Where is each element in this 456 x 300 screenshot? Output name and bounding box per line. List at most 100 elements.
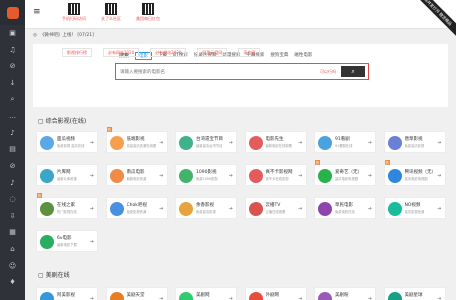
search-icon[interactable]: ⌕ xyxy=(0,91,25,108)
open-arrow-icon[interactable]: ➔ xyxy=(90,206,94,212)
open-arrow-icon[interactable]: ➔ xyxy=(298,173,302,179)
search-hint[interactable]: 可以行吗 xyxy=(320,69,336,75)
open-arrow-icon[interactable]: ➔ xyxy=(90,239,94,245)
site-logo-icon xyxy=(248,136,263,150)
site-tile[interactable]: 唐草影视 免费高清影视 ➔ xyxy=(383,131,446,153)
open-arrow-icon[interactable]: ➔ xyxy=(159,296,163,300)
site-desc: 最新电影在线观看 xyxy=(265,144,292,148)
qr-code-icon xyxy=(105,3,117,15)
open-arrow-icon[interactable]: ➔ xyxy=(229,173,233,179)
site-tile[interactable]: 阿美影视 ➔ xyxy=(36,287,98,300)
site-logo-icon xyxy=(40,136,54,150)
bank-icon[interactable]: ⌂ xyxy=(0,241,25,258)
site-tile[interactable]: 1090影视 免费1090影视 ➔ xyxy=(175,164,237,186)
quick-link-5[interactable]: 采片网 xyxy=(238,48,261,57)
search-input[interactable] xyxy=(120,67,300,77)
site-tile[interactable]: NO视频 高清影视资源 ➔ xyxy=(383,197,446,219)
open-arrow-icon[interactable]: ➔ xyxy=(437,296,441,300)
site-tile[interactable]: 草民电影 免费电影在线 ➔ xyxy=(314,197,376,219)
site-name: 外剧网 xyxy=(265,293,280,298)
tab-sogou[interactable]: 搜狗宝典 xyxy=(270,52,288,60)
site-tile[interactable]: 6v电影 最新电影下载 ➔ xyxy=(36,230,98,252)
quick-link-2[interactable]: 必有网站2020 xyxy=(103,48,140,57)
open-arrow-icon[interactable]: ➔ xyxy=(229,206,233,212)
site-tile[interactable]: 电影先生最新电影在线观看 ➔ xyxy=(244,131,307,153)
site-grid: 面瓜视频 免费影视 高清在线 ➔ 热低端影视 精品高清资源在线看 ➔ 台湾遗宝节目 最新高清台… xyxy=(36,127,449,261)
tab-magnet[interactable]: 磁性电影 xyxy=(294,52,312,60)
site-tile[interactable]: 热爱奇艺（无） 高清电影电视剧 ➔ xyxy=(314,160,376,186)
logo-icon xyxy=(6,6,19,19)
open-arrow-icon[interactable]: ➔ xyxy=(298,296,302,300)
site-desc: 免费高清影视 xyxy=(404,144,425,148)
site-tile[interactable]: 美剧网 ➔ xyxy=(175,287,237,300)
chat-icon[interactable]: ◌ xyxy=(0,191,25,208)
site-tile[interactable]: 片库网 最新片库资源 ➔ xyxy=(36,164,98,186)
site-tile[interactable]: 美剧粉 ➔ xyxy=(314,287,376,300)
qr-item-3[interactable]: 美团每日红包 xyxy=(128,3,168,22)
more-icon[interactable]: … xyxy=(0,108,25,125)
music-note-icon[interactable]: ♪ xyxy=(0,125,25,142)
site-tile[interactable]: 美剧天堂 ➔ xyxy=(105,287,168,300)
music-icon[interactable]: ♫ xyxy=(0,42,25,59)
site-logo-icon xyxy=(248,202,263,216)
site-tile[interactable]: 外剧网 ➔ xyxy=(244,287,307,300)
search-button[interactable]: ⌕ xyxy=(341,66,365,77)
site-tile[interactable]: 热腾讯视频（无） 高清电影电视剧 ➔ xyxy=(383,160,446,186)
site-tile[interactable]: 余香影视 免费高清影视 ➔ xyxy=(175,197,237,219)
site-logo-icon xyxy=(40,235,54,249)
site-desc: 免费电影在线 xyxy=(335,210,355,214)
open-arrow-icon[interactable]: ➔ xyxy=(90,140,94,146)
grid-icon[interactable]: ▦ xyxy=(0,224,25,241)
quick-link-3[interactable]: 必有網站2020 xyxy=(150,48,187,57)
open-arrow-icon[interactable]: ➔ xyxy=(368,206,372,212)
site-tile[interactable]: 真不卡影视网 真不卡在线影视 ➔ xyxy=(244,164,307,186)
open-arrow-icon[interactable]: ➔ xyxy=(159,206,163,212)
site-name: 台湾遗宝节目 xyxy=(196,137,223,142)
video-icon[interactable]: ▣ xyxy=(0,25,25,42)
open-arrow-icon[interactable]: ➔ xyxy=(90,296,94,300)
menu-icon[interactable]: ≡ xyxy=(33,7,41,17)
user-icon[interactable]: ☺ xyxy=(0,257,25,274)
open-arrow-icon[interactable]: ➔ xyxy=(437,140,441,146)
download2-icon[interactable]: ⇩ xyxy=(0,208,25,225)
open-arrow-icon[interactable]: ➔ xyxy=(159,173,163,179)
site-tile[interactable]: 面瓜视频 免费影视 高清在线 ➔ xyxy=(36,131,98,153)
open-arrow-icon[interactable]: ➔ xyxy=(437,173,441,179)
fire-icon[interactable]: ♦ xyxy=(0,274,25,291)
open-arrow-icon[interactable]: ➔ xyxy=(298,206,302,212)
site-tile[interactable]: 云播TV 云播在线观看 ➔ xyxy=(244,197,307,219)
qr-item-2[interactable]: 关了么社区 xyxy=(91,3,131,22)
site-tile[interactable]: 南瓜电影 最新电影资源 ➔ xyxy=(105,164,168,186)
site-tile[interactable]: 热在线之家 热门影视在线 ➔ xyxy=(36,193,98,219)
site-tile[interactable]: Chok吧视 免费影视资源 ➔ xyxy=(105,197,168,219)
quick-link-4[interactable]: 阿里云盘网 xyxy=(197,48,228,57)
logo[interactable] xyxy=(0,0,25,25)
notice-bar[interactable]: ◎ 《微书吧》上线！ [07/21] xyxy=(33,31,448,40)
open-arrow-icon[interactable]: ➔ xyxy=(437,206,441,212)
link-icon[interactable]: ⊘ xyxy=(0,58,25,75)
site-name: 面瓜视频 xyxy=(57,137,75,142)
site-desc: 热门影视在线 xyxy=(57,210,77,214)
site-tile[interactable]: 91看剧 91看剧在线 ➔ xyxy=(314,131,376,153)
open-arrow-icon[interactable]: ➔ xyxy=(90,173,94,179)
section-title-us: ▢ 美剧在线 xyxy=(38,272,70,279)
open-arrow-icon[interactable]: ➔ xyxy=(368,296,372,300)
open-arrow-icon[interactable]: ➔ xyxy=(229,140,233,146)
site-tile[interactable]: 热低端影视 精品高清资源在线看 ➔ xyxy=(105,127,168,153)
open-arrow-icon[interactable]: ➔ xyxy=(229,296,233,300)
open-arrow-icon[interactable]: ➔ xyxy=(368,173,372,179)
link2-icon[interactable]: ⊘ xyxy=(0,158,25,175)
site-tile[interactable]: 美剧星球 ➔ xyxy=(383,287,446,300)
book-icon[interactable]: ▤ xyxy=(0,141,25,158)
site-desc: 最新高清台湾节目 xyxy=(196,144,223,148)
open-arrow-icon[interactable]: ➔ xyxy=(368,140,372,146)
site-name: 电影先生 xyxy=(265,137,284,142)
site-logo-icon xyxy=(109,136,124,150)
open-arrow-icon[interactable]: ➔ xyxy=(159,140,163,146)
quick-link-1[interactable]: 影视排行榜 xyxy=(62,48,92,57)
open-arrow-icon[interactable]: ➔ xyxy=(298,140,302,146)
download-icon[interactable]: ↓ xyxy=(0,75,25,92)
site-tile[interactable]: 台湾遗宝节目 最新高清台湾节目 ➔ xyxy=(175,131,237,153)
music2-icon[interactable]: ♪ xyxy=(0,174,25,191)
qr-item-1[interactable]: 手机扫码访问 xyxy=(54,3,94,22)
